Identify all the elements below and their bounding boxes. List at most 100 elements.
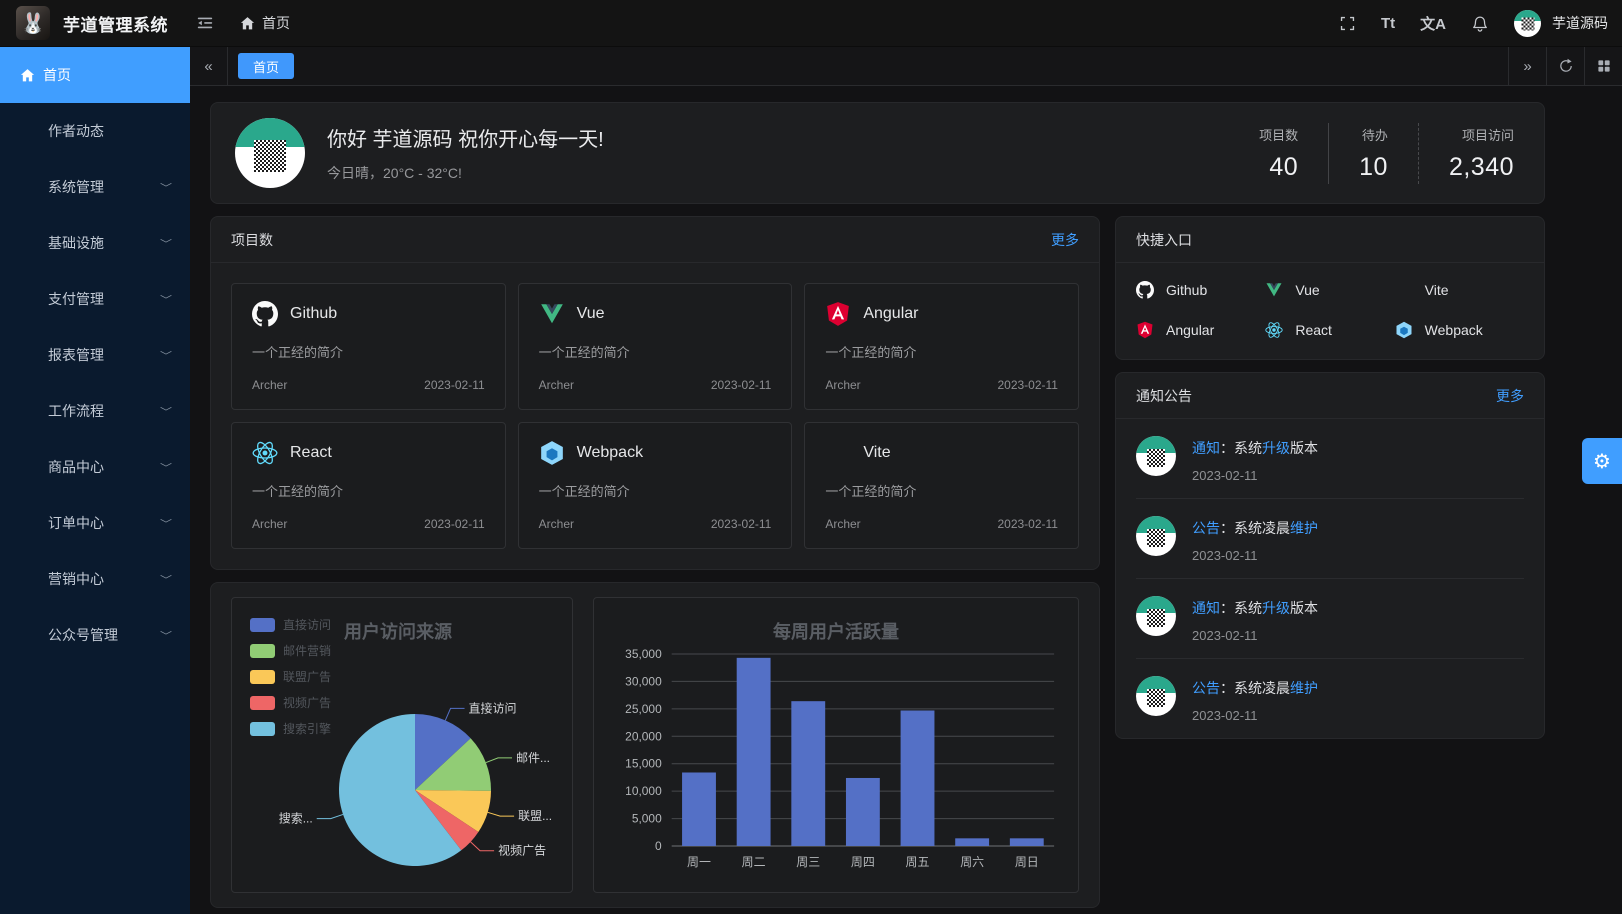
sidebar-item-order-center[interactable]: 订单中心 ﹀ <box>0 495 190 551</box>
svg-text:30,000: 30,000 <box>625 674 662 688</box>
app-title: 芋道管理系统 <box>63 11 168 36</box>
svg-text:周四: 周四 <box>851 855 875 869</box>
notice-avatar <box>1136 676 1176 716</box>
sidebar-item-infrastructure[interactable]: 基础设施 ﹀ <box>0 215 190 271</box>
user-avatar[interactable] <box>1514 10 1541 37</box>
svg-text:5,000: 5,000 <box>632 812 662 826</box>
chevron-down-icon: ﹀ <box>160 236 172 250</box>
stats: 项目数 40 待办 10 项目访问 2,340 <box>1229 123 1520 184</box>
project-card-angular[interactable]: Angular 一个正经的简介 Archer2023-02-11 <box>804 283 1079 410</box>
notice-item[interactable]: 公告：系统凌晨维护 2023-02-11 <box>1136 499 1524 579</box>
chevron-down-icon: ﹀ <box>160 348 172 362</box>
username[interactable]: 芋道源码 <box>1552 13 1608 33</box>
notice-avatar <box>1136 596 1176 636</box>
app-logo[interactable]: 🐰 <box>16 6 50 40</box>
svg-text:周五: 周五 <box>906 855 930 869</box>
breadcrumb-item-home[interactable]: 首页 <box>262 13 290 33</box>
notices-more-link[interactable]: 更多 <box>1496 386 1524 406</box>
sidebar-item-payment[interactable]: 支付管理 ﹀ <box>0 271 190 327</box>
navbar-actions: Tt 文A 芋道源码 <box>1339 10 1608 37</box>
project-card-webpack[interactable]: Webpack 一个正经的简介 Archer2023-02-11 <box>518 422 793 549</box>
font-size-button[interactable]: Tt <box>1381 15 1395 32</box>
project-card-github[interactable]: Github 一个正经的简介 Archer2023-02-11 <box>231 283 506 410</box>
shortcut-react[interactable]: React <box>1265 321 1394 339</box>
svg-text:周二: 周二 <box>742 855 766 869</box>
refresh-icon <box>1558 58 1574 74</box>
svg-text:周日: 周日 <box>1015 855 1039 869</box>
sidebar-item-author-news[interactable]: 作者动态 <box>0 103 190 159</box>
bell-icon <box>1471 14 1489 32</box>
sidebar-item-product-center[interactable]: 商品中心 ﹀ <box>0 439 190 495</box>
sidebar-item-report[interactable]: 报表管理 ﹀ <box>0 327 190 383</box>
projects-more-link[interactable]: 更多 <box>1051 230 1079 250</box>
svg-text:25,000: 25,000 <box>625 702 662 716</box>
svg-text:20,000: 20,000 <box>625 729 662 743</box>
svg-text:35,000: 35,000 <box>625 647 662 661</box>
settings-drawer-button[interactable]: ⚙ <box>1582 438 1622 484</box>
project-card-react[interactable]: React 一个正经的简介 Archer2023-02-11 <box>231 422 506 549</box>
svg-text:10,000: 10,000 <box>625 784 662 798</box>
home-icon <box>20 68 35 83</box>
stat-visits: 项目访问 2,340 <box>1418 123 1520 184</box>
sidebar-item-workflow[interactable]: 工作流程 ﹀ <box>0 383 190 439</box>
charts-card: 用户访问来源 直接访问 邮件营销 联盟广告 视频广告 搜索引擎 直接访问邮件..… <box>210 582 1100 908</box>
shortcut-webpack[interactable]: Webpack <box>1395 321 1524 339</box>
vue-icon <box>539 301 565 327</box>
tabs-scroll-right-button[interactable]: » <box>1508 47 1546 85</box>
shortcuts-card-title: 快捷入口 <box>1136 230 1192 250</box>
shortcut-vite[interactable]: Vite <box>1395 281 1524 299</box>
greeting-text: 你好 芋道源码 祝你开心每一天! <box>327 123 604 152</box>
notice-avatar <box>1136 516 1176 556</box>
svg-text:直接访问: 直接访问 <box>469 700 517 715</box>
pie-chart-panel: 用户访问来源 直接访问 邮件营销 联盟广告 视频广告 搜索引擎 直接访问邮件..… <box>231 597 573 893</box>
svg-text:0: 0 <box>655 839 662 853</box>
notice-item[interactable]: 通知：系统升级版本 2023-02-11 <box>1136 419 1524 499</box>
sidebar-item-system[interactable]: 系统管理 ﹀ <box>0 159 190 215</box>
angular-icon <box>825 301 851 327</box>
angular-icon <box>1136 321 1154 339</box>
notice-item[interactable]: 通知：系统升级版本 2023-02-11 <box>1136 579 1524 659</box>
tabs-scroll-left-button[interactable]: « <box>190 47 228 85</box>
svg-text:联盟...: 联盟... <box>518 809 552 823</box>
locale-button[interactable]: 文A <box>1420 13 1446 34</box>
layout-grid-button[interactable] <box>1584 47 1622 85</box>
svg-text:搜索...: 搜索... <box>279 811 313 826</box>
sidebar-item-official-account[interactable]: 公众号管理 ﹀ <box>0 607 190 663</box>
svg-text:周三: 周三 <box>796 855 820 869</box>
profile-qr-avatar <box>235 118 305 188</box>
sidebar-item-home[interactable]: 首页 <box>0 47 190 103</box>
stat-todo: 待办 10 <box>1328 123 1418 184</box>
refresh-button[interactable] <box>1546 47 1584 85</box>
projects-card-title: 项目数 <box>231 230 273 250</box>
tab-bar: « 首页 » <box>190 47 1622 86</box>
shortcut-github[interactable]: Github <box>1136 281 1265 299</box>
fullscreen-icon <box>1339 15 1356 32</box>
shortcut-vue[interactable]: Vue <box>1265 281 1394 299</box>
chevron-down-icon: ﹀ <box>160 628 172 642</box>
svg-text:周六: 周六 <box>960 855 984 869</box>
project-card-vite[interactable]: Vite 一个正经的简介 Archer2023-02-11 <box>804 422 1079 549</box>
notification-button[interactable] <box>1471 14 1489 32</box>
main-content: 你好 芋道源码 祝你开心每一天! 今日晴，20°C - 32°C! 项目数 40… <box>190 86 1622 914</box>
react-icon <box>1265 321 1283 339</box>
svg-text:15,000: 15,000 <box>625 757 662 771</box>
welcome-card: 你好 芋道源码 祝你开心每一天! 今日晴，20°C - 32°C! 项目数 40… <box>210 102 1545 204</box>
stat-projects: 项目数 40 <box>1229 123 1328 184</box>
fullscreen-button[interactable] <box>1339 15 1356 32</box>
chevron-down-icon: ﹀ <box>160 292 172 306</box>
sidebar-item-marketing-center[interactable]: 营销中心 ﹀ <box>0 551 190 607</box>
shortcut-angular[interactable]: Angular <box>1136 321 1265 339</box>
sidebar-fold-button[interactable] <box>196 14 214 32</box>
chevron-down-icon: ﹀ <box>160 572 172 586</box>
weather-text: 今日晴，20°C - 32°C! <box>327 163 604 183</box>
project-card-vue[interactable]: Vue 一个正经的简介 Archer2023-02-11 <box>518 283 793 410</box>
chevron-down-icon: ﹀ <box>160 460 172 474</box>
notices-card: 通知公告 更多 通知：系统升级版本 2023-02-11 <box>1115 372 1545 739</box>
svg-text:视频广告: 视频广告 <box>498 843 546 858</box>
tab-home[interactable]: 首页 <box>238 53 294 79</box>
vite-icon <box>825 440 851 466</box>
sidebar: 首页 作者动态 系统管理 ﹀ 基础设施 ﹀ 支付管理 ﹀ 报表管理 ﹀ 工作流程… <box>0 47 190 914</box>
notice-item[interactable]: 公告：系统凌晨维护 2023-02-11 <box>1136 659 1524 738</box>
breadcrumb[interactable]: 首页 <box>240 13 290 33</box>
bar-chart-panel: 每周用户活跃量 05,00010,00015,00020,00025,00030… <box>593 597 1079 893</box>
